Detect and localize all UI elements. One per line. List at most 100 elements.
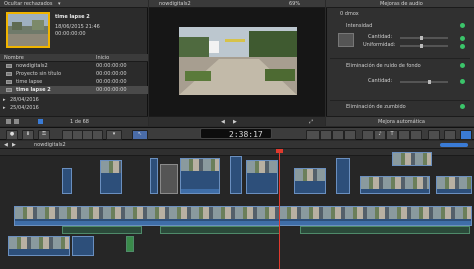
timeline-clip[interactable]	[72, 236, 94, 256]
noise-amount-label: Cantidad:	[368, 78, 393, 84]
import-icon[interactable]: ⬇	[22, 130, 34, 140]
timeline-clip[interactable]	[180, 158, 220, 194]
snapping-icon[interactable]	[344, 130, 356, 140]
audio-clip[interactable]	[160, 226, 280, 234]
amount-slider[interactable]	[400, 36, 448, 40]
list-item-name: time lapse	[16, 79, 43, 85]
select-tool-icon[interactable]: ↖	[132, 130, 148, 140]
transitions-icon[interactable]	[444, 130, 456, 140]
clip-duration: 00:00:00:00	[55, 31, 86, 37]
amount-check[interactable]	[460, 36, 465, 41]
timeline-clip[interactable]	[294, 168, 326, 194]
clip-type-menu[interactable]: ▾	[106, 130, 122, 140]
timeline-clip[interactable]	[230, 156, 242, 194]
fullscreen-icon[interactable]: ⤢	[309, 119, 313, 125]
event-row[interactable]: ▸ 28/04/2016	[0, 96, 148, 104]
uniformity-slider[interactable]	[400, 44, 448, 48]
generator-icon[interactable]	[398, 130, 410, 140]
primary-storyline[interactable]	[14, 206, 472, 226]
timecode-display[interactable]: 2:38:17	[200, 128, 272, 139]
list-view-icon[interactable]	[6, 119, 11, 124]
timeline-clip[interactable]	[246, 160, 278, 194]
list-item-selected[interactable]: time lapse 2 00:00:00:00	[0, 86, 148, 94]
filter-chevron-icon[interactable]: ▾	[58, 1, 61, 7]
browser-toolbar: Ocultar rechazados ▾	[0, 0, 148, 8]
settings-icon[interactable]	[38, 119, 43, 124]
audio-clip[interactable]	[126, 236, 134, 252]
forward-icon[interactable]: ▶	[12, 142, 16, 148]
clip-title: time lapse 2	[55, 14, 90, 20]
camera-icon[interactable]	[362, 130, 374, 140]
uniformity-check[interactable]	[460, 44, 465, 49]
playhead[interactable]	[279, 149, 280, 269]
list-item-timecode: 00:00:00:00	[96, 63, 127, 69]
audio-clip[interactable]	[62, 226, 142, 234]
analysis-status: 0 dmox	[340, 11, 359, 17]
uniformity-label: Uniformidad:	[363, 42, 396, 48]
play-icon[interactable]: ▶	[233, 119, 237, 125]
timeline-clip[interactable]	[360, 176, 430, 194]
list-item[interactable]: nowdigitals2 00:00:00:00	[0, 62, 148, 70]
divider	[330, 100, 470, 101]
viewer-title: nowdigitals2	[159, 1, 191, 7]
list-item-timecode: 00:00:00:00	[96, 79, 127, 85]
list-item-timecode: 00:00:00:00	[96, 87, 127, 93]
project-name: nowdigitals2	[34, 142, 66, 148]
list-item[interactable]: Proyecto sin título 00:00:00:00	[0, 70, 148, 78]
event-row[interactable]: ▸ 25/04/2016	[0, 104, 148, 112]
theme-icon[interactable]	[410, 130, 422, 140]
browser-footer: 1 de 68	[0, 116, 148, 126]
timeline-clip[interactable]	[160, 164, 178, 194]
hum-removal-checkbox[interactable]	[460, 104, 465, 109]
text-icon[interactable]: T	[386, 130, 398, 140]
inspector-header: Mejoras de audio	[326, 0, 474, 8]
speaker-icon	[338, 33, 354, 47]
project-icon	[6, 72, 12, 76]
microphone-icon[interactable]: ●	[6, 130, 18, 140]
timeline-clip[interactable]	[62, 168, 72, 194]
selection-count: 1 de 68	[70, 119, 89, 125]
filmstrip-view-icon[interactable]	[14, 119, 19, 124]
audio-skimming-icon[interactable]	[320, 130, 332, 140]
video-frame	[179, 27, 297, 95]
noise-removal-checkbox[interactable]	[460, 63, 465, 68]
zoom-level[interactable]: 69%	[289, 1, 300, 7]
timecode-value: 2:38:17	[229, 130, 263, 139]
clip-date: 18/06/2015 21:46	[55, 24, 100, 30]
auto-enhance-bar: Mejora automática	[326, 116, 474, 126]
amount-label: Cantidad:	[368, 34, 393, 40]
timeline-clip[interactable]	[336, 158, 350, 194]
timeline-clip[interactable]	[392, 152, 432, 166]
solo-icon[interactable]	[332, 130, 344, 140]
column-start[interactable]: Inicio	[96, 55, 109, 61]
disclosure-triangle-icon[interactable]: ▸	[3, 97, 6, 103]
inspector-toggle-icon[interactable]	[460, 130, 472, 140]
intensity-enabled-checkbox[interactable]	[460, 23, 465, 28]
zoom-slider[interactable]	[440, 143, 468, 147]
timeline-clip[interactable]	[8, 236, 70, 256]
noise-amount-slider[interactable]	[400, 80, 448, 84]
playhead-handle[interactable]	[276, 149, 283, 153]
timeline-clip[interactable]	[150, 158, 158, 194]
disclosure-triangle-icon[interactable]: ▸	[3, 105, 6, 111]
clip-thumbnail[interactable]	[6, 12, 50, 48]
previous-frame-icon[interactable]: ◀	[221, 119, 225, 125]
audio-clip[interactable]	[300, 226, 470, 234]
timeline-clip[interactable]	[436, 176, 472, 194]
column-name[interactable]: Nombre	[4, 55, 24, 61]
hide-rejected-menu[interactable]: Ocultar rechazados	[4, 1, 52, 7]
list-item[interactable]: time lapse 00:00:00:00	[0, 78, 148, 86]
music-icon[interactable]: ♪	[374, 130, 386, 140]
effects-icon[interactable]	[428, 130, 440, 140]
intensity-section: Intensidad	[330, 22, 470, 30]
clip-icon	[6, 80, 12, 84]
clip-icon	[6, 88, 12, 92]
noise-amount-check[interactable]	[460, 79, 465, 84]
timeline-clip[interactable]	[100, 160, 122, 194]
back-icon[interactable]: ◀	[4, 142, 8, 148]
key-icon[interactable]: ⚿	[38, 130, 50, 140]
skimming-icon[interactable]	[306, 130, 320, 140]
auto-enhance-button[interactable]: Mejora automática	[378, 119, 425, 125]
overwrite-clip-icon[interactable]	[92, 130, 103, 140]
viewer-controls: ◀ ▶ ⤢	[149, 116, 325, 126]
